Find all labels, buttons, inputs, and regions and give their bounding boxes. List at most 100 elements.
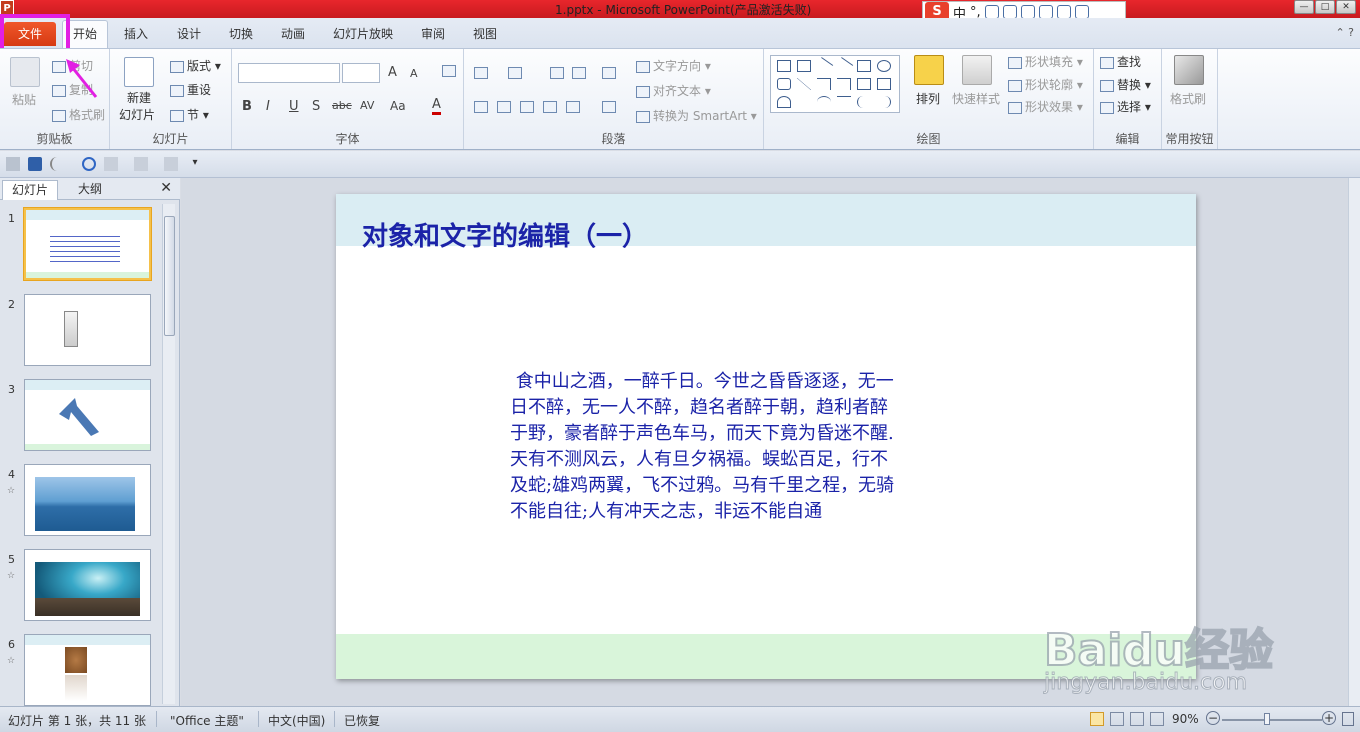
zoom-slider-handle[interactable]: [1264, 713, 1270, 725]
smartart-button[interactable]: 转换为 SmartArt ▾: [636, 107, 757, 124]
tab-design[interactable]: 设计: [173, 24, 205, 48]
skin-icon[interactable]: [1056, 5, 1071, 19]
slide-thumbnail[interactable]: [24, 379, 151, 451]
font-color-button[interactable]: A: [432, 97, 441, 115]
replace-button[interactable]: 替换 ▾: [1100, 76, 1151, 93]
layout-button[interactable]: 版式 ▾: [170, 57, 221, 74]
bold-button[interactable]: B: [242, 99, 252, 114]
slide-body-textbox[interactable]: 食中山之酒，一醉千日。今世之昏昏逐逐，无一 日不醉，无一人不醉，趋名者醉于朝，趋…: [510, 369, 980, 525]
line-spacing-icon[interactable]: [602, 67, 616, 79]
right-brace-shape-icon[interactable]: [877, 96, 891, 108]
curve-shape-icon[interactable]: [837, 96, 851, 108]
zoom-level[interactable]: 90%: [1172, 712, 1199, 726]
curve-connector-icon[interactable]: [797, 96, 811, 108]
shrink-font-button[interactable]: A: [410, 67, 418, 80]
slide-thumbnail[interactable]: [24, 549, 151, 621]
help-icon[interactable]: ⌃ ?: [1335, 26, 1354, 39]
align-icon[interactable]: [164, 157, 178, 171]
slideshow-view-icon[interactable]: [1150, 712, 1164, 726]
undo-icon[interactable]: [50, 157, 64, 171]
pane-scrollbar[interactable]: [162, 204, 175, 704]
toolbox-icon[interactable]: [1074, 5, 1089, 19]
section-button[interactable]: 节 ▾: [170, 106, 209, 123]
slide-title[interactable]: 对象和文字的编辑（一）: [362, 216, 648, 253]
numbering-icon[interactable]: [508, 67, 522, 79]
close-icon[interactable]: ✕: [1336, 0, 1356, 14]
zoom-in-icon[interactable]: +: [1322, 711, 1336, 725]
elbow-connector-icon[interactable]: [817, 78, 831, 90]
font-size-combo[interactable]: [342, 63, 380, 83]
line-shape-icon[interactable]: [814, 57, 834, 75]
pane-scroll-thumb[interactable]: [164, 216, 175, 336]
new-slide-label-1[interactable]: 新建: [127, 89, 151, 106]
tab-transitions[interactable]: 切换: [225, 24, 257, 48]
triangle-shape-icon[interactable]: [797, 78, 811, 90]
right-arrow-shape-icon[interactable]: [857, 78, 871, 90]
new-slide-label-2[interactable]: 幻灯片: [119, 106, 155, 123]
font-name-combo[interactable]: [238, 63, 340, 83]
bullets-icon[interactable]: [474, 67, 488, 79]
change-case-button[interactable]: Aa: [390, 99, 406, 113]
minimize-icon[interactable]: —: [1294, 0, 1314, 14]
fit-to-window-icon[interactable]: [1342, 712, 1354, 726]
common-format-painter-button[interactable]: 格式刷: [1170, 90, 1206, 107]
shape-outline-button[interactable]: 形状轮廓 ▾: [1008, 76, 1083, 93]
vertical-textbox-shape-icon[interactable]: [797, 60, 811, 72]
customize-toolbar-icon[interactable]: ▾: [188, 157, 202, 171]
theme-name[interactable]: "Office 主题": [170, 712, 244, 729]
distributed-icon[interactable]: [566, 101, 580, 113]
pane-close-icon[interactable]: ✕: [160, 180, 172, 196]
shadow-button[interactable]: S: [312, 99, 320, 114]
select-button[interactable]: 选择 ▾: [1100, 98, 1151, 115]
tab-animations[interactable]: 动画: [277, 24, 309, 48]
arrange-button[interactable]: 排列: [916, 90, 940, 107]
keyboard-icon[interactable]: [1020, 5, 1035, 19]
arrow-line-shape-icon[interactable]: [834, 57, 854, 75]
maximize-icon[interactable]: □: [1315, 0, 1335, 14]
elbow-arrow-connector-icon[interactable]: [837, 78, 851, 90]
rectangle-shape-icon[interactable]: [857, 60, 871, 72]
grow-font-button[interactable]: A: [388, 65, 397, 80]
freeform-shape-icon[interactable]: [777, 96, 791, 108]
paste-button[interactable]: 粘贴: [12, 91, 36, 108]
arc-shape-icon[interactable]: [817, 96, 831, 108]
shapes-gallery[interactable]: [770, 55, 900, 113]
tab-outline-view[interactable]: 大纲: [60, 180, 120, 200]
quick-styles-button[interactable]: 快速样式: [952, 90, 1000, 107]
increase-indent-icon[interactable]: [572, 67, 586, 79]
format-painter-button[interactable]: 格式刷: [52, 106, 105, 123]
user-icon[interactable]: [1038, 5, 1053, 19]
tab-insert[interactable]: 插入: [120, 24, 152, 48]
slide-thumbnail[interactable]: [24, 464, 151, 536]
clear-format-icon[interactable]: [442, 65, 456, 77]
align-center-icon[interactable]: [497, 101, 511, 113]
slide-thumbnail[interactable]: [24, 634, 151, 706]
align-text-button[interactable]: 对齐文本 ▾: [636, 82, 711, 99]
reset-button[interactable]: 重设: [170, 81, 211, 98]
align-left-icon[interactable]: [474, 101, 488, 113]
reading-view-icon[interactable]: [1130, 712, 1144, 726]
zoom-out-icon[interactable]: −: [1206, 711, 1220, 725]
left-brace-shape-icon[interactable]: [857, 96, 871, 108]
underline-button[interactable]: U: [289, 99, 299, 114]
microphone-icon[interactable]: [1002, 5, 1017, 19]
redo-icon[interactable]: [82, 157, 96, 171]
shape-effects-button[interactable]: 形状效果 ▾: [1008, 98, 1083, 115]
decrease-indent-icon[interactable]: [550, 67, 564, 79]
textbox-shape-icon[interactable]: [777, 60, 791, 72]
char-spacing-button[interactable]: AV: [360, 99, 374, 112]
rounded-rect-shape-icon[interactable]: [777, 78, 791, 90]
tab-view[interactable]: 视图: [469, 24, 501, 48]
tab-slides-view[interactable]: 幻灯片: [2, 180, 58, 200]
text-direction-button[interactable]: 文字方向 ▾: [636, 57, 711, 74]
slide-thumbnail[interactable]: [24, 208, 151, 280]
save-icon[interactable]: [28, 157, 42, 171]
emoji-icon[interactable]: [984, 5, 999, 19]
find-button[interactable]: 查找: [1100, 53, 1141, 70]
strikethrough-button[interactable]: abc: [332, 99, 352, 112]
shape-icon[interactable]: [134, 157, 148, 171]
oval-shape-icon[interactable]: [877, 60, 891, 72]
normal-view-icon[interactable]: [1090, 712, 1104, 726]
slide-sorter-icon[interactable]: [1110, 712, 1124, 726]
italic-button[interactable]: I: [266, 99, 270, 114]
